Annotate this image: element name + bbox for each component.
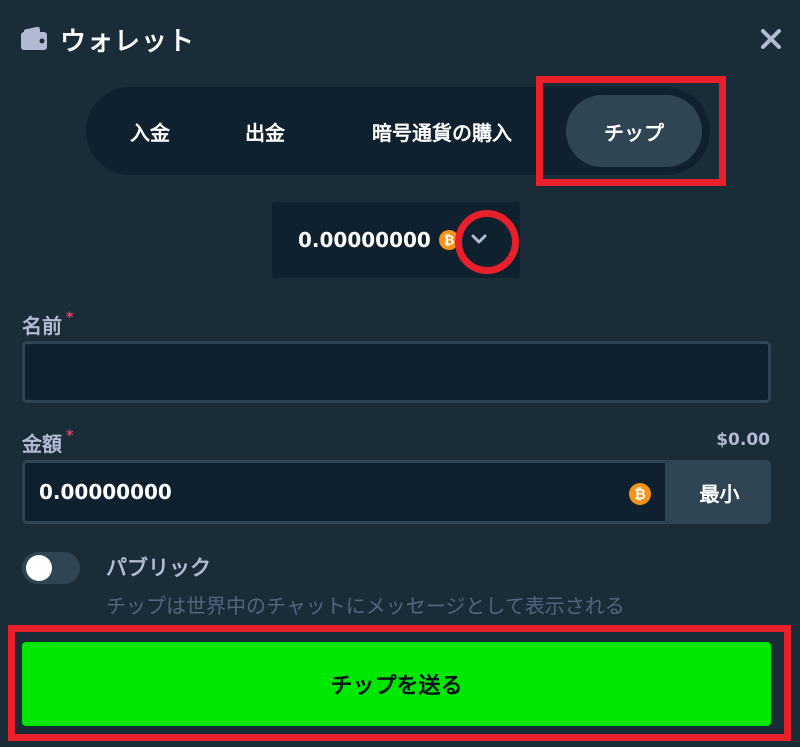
- name-field[interactable]: [22, 341, 771, 403]
- tab-buy-crypto[interactable]: 暗号通貨の購入: [324, 95, 560, 167]
- close-icon[interactable]: [758, 26, 784, 52]
- public-toggle[interactable]: [22, 552, 80, 584]
- name-label-text: 名前: [22, 314, 62, 338]
- wallet-icon: [21, 27, 47, 50]
- min-amount-button[interactable]: 最小: [668, 460, 771, 524]
- currency-balance: 0.00000000: [298, 228, 431, 252]
- wallet-tabs: 入金 出金 暗号通貨の購入 チップ: [86, 87, 710, 175]
- svg-text:₿: ₿: [634, 487, 646, 503]
- name-label: 名前 *: [22, 310, 73, 339]
- currency-dropdown-button[interactable]: [462, 222, 496, 256]
- required-mark: *: [66, 428, 74, 444]
- toggle-knob: [26, 555, 52, 581]
- currency-selector[interactable]: 0.00000000 ₿: [272, 202, 520, 278]
- public-description: チップは世界中のチャットにメッセージとして表示される: [106, 594, 625, 618]
- chevron-down-icon: [471, 234, 487, 244]
- send-tip-button[interactable]: チップを送る: [22, 642, 771, 726]
- svg-text:₿: ₿: [444, 234, 455, 249]
- tab-deposit[interactable]: 入金: [94, 95, 206, 167]
- public-label: パブリック: [106, 556, 211, 580]
- required-mark: *: [66, 310, 74, 326]
- amount-label-text: 金額: [22, 432, 62, 456]
- amount-field-row: 0.00000000 ₿ 最小: [22, 460, 771, 524]
- amount-label: 金額 *: [22, 428, 73, 457]
- tab-tip[interactable]: チップ: [566, 95, 702, 167]
- page-title: ウォレット: [60, 26, 196, 57]
- tab-withdraw[interactable]: 出金: [206, 95, 324, 167]
- bitcoin-icon: ₿: [438, 230, 459, 250]
- wallet-header: ウォレット: [20, 22, 196, 57]
- amount-value: 0.00000000: [39, 480, 172, 504]
- amount-field[interactable]: 0.00000000 ₿: [22, 460, 668, 524]
- amount-usd-value: $0.00: [716, 430, 770, 450]
- bitcoin-icon: ₿: [629, 483, 651, 505]
